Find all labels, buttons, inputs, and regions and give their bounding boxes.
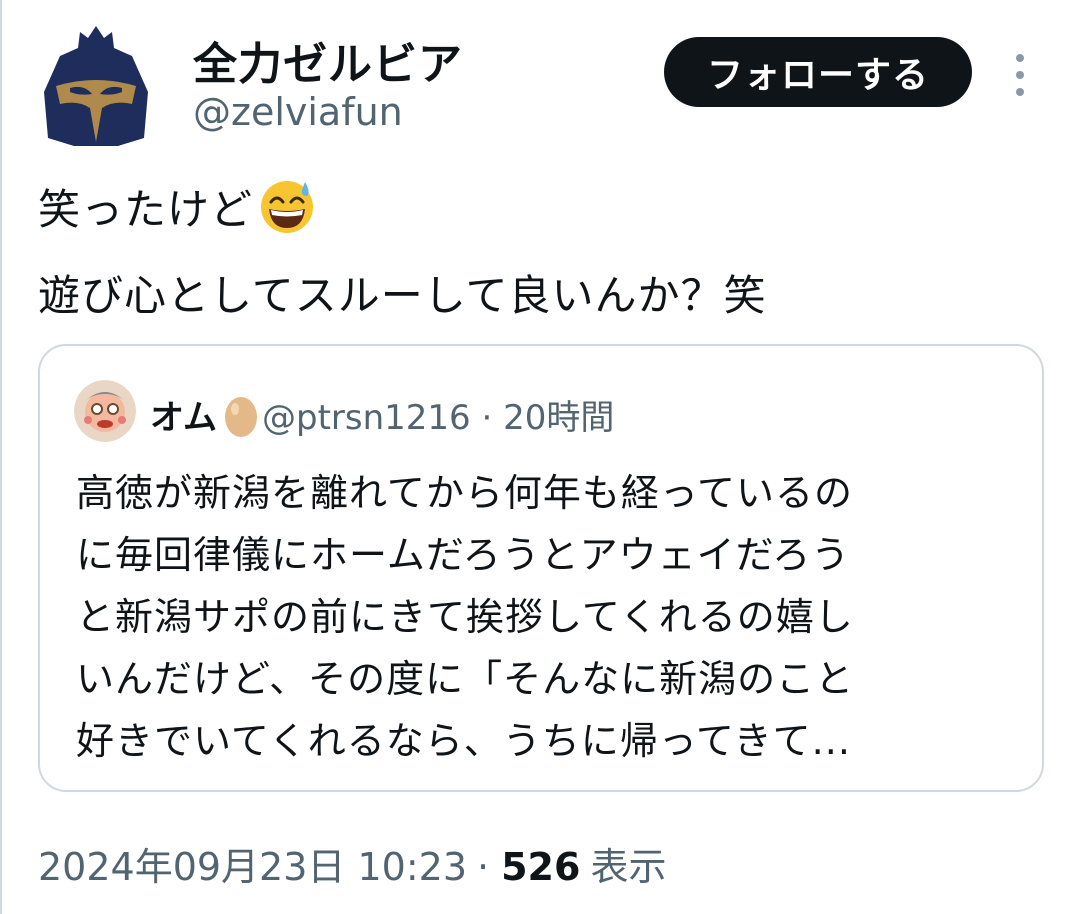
meta-separator: ·: [477, 845, 490, 889]
quoted-body-line: に毎回律儀にホームだろうとアウェイだろう: [76, 533, 851, 577]
tweet-text-line-1: 笑ったけど: [38, 176, 317, 237]
quoted-body-line: 好きでいてくれるなら、うちに帰ってきて...: [76, 719, 851, 763]
tweet-line-1-text: 笑ったけど: [38, 185, 254, 234]
grinning-face-with-sweat-icon: [261, 180, 314, 233]
more-dot: [1016, 88, 1024, 96]
tweet-meta-row: 2024年09月23日 10:23 · 526 表示: [38, 836, 666, 891]
quoted-author-avatar: [74, 380, 136, 442]
quoted-body-line: いんだけど、その度に「そんなに新潟のこと: [76, 657, 855, 701]
quoted-author-name: オム: [150, 390, 259, 439]
more-dot: [1016, 54, 1024, 62]
tweet-timestamp[interactable]: 2024年09月23日 10:23: [38, 836, 467, 891]
views-count: 526: [501, 845, 581, 889]
author-name[interactable]: 全力ゼルビア: [193, 28, 463, 92]
author-avatar[interactable]: [40, 22, 152, 146]
tweet-header: 全力ゼルビア @zelviafun フォローする: [0, 0, 1080, 160]
views-label: 表示: [590, 845, 667, 889]
tweet-text-line-2: 遊び心としてスルーして良いんか？笑: [38, 271, 767, 320]
more-dot: [1016, 71, 1024, 79]
quoted-body-line: 高徳が新潟を離れてから何年も経っているの: [76, 471, 853, 515]
follow-button[interactable]: フォローする: [664, 37, 972, 107]
quoted-handle: @ptrsn1216: [262, 398, 471, 438]
more-options-icon[interactable]: [1002, 50, 1038, 100]
quoted-author-name-text: オム: [150, 398, 217, 438]
quoted-tweet-body: 高徳が新潟を離れてから何年も経っているの に毎回律儀にホームだろうとアウェイだろ…: [76, 462, 1016, 772]
quoted-meta: @ptrsn1216 · 20時間: [262, 390, 614, 439]
quoted-time: 20時間: [503, 398, 615, 438]
author-handle[interactable]: @zelviafun: [193, 90, 403, 134]
meta-separator: ·: [481, 398, 493, 438]
quoted-tweet-card[interactable]: オム @ptrsn1216 · 20時間 高徳が新潟を離れてから何年も経っている…: [38, 344, 1044, 792]
quoted-body-line: と新潟サポの前にきて挨拶してくれるの嬉し: [76, 595, 854, 639]
egg-icon: [224, 396, 257, 437]
